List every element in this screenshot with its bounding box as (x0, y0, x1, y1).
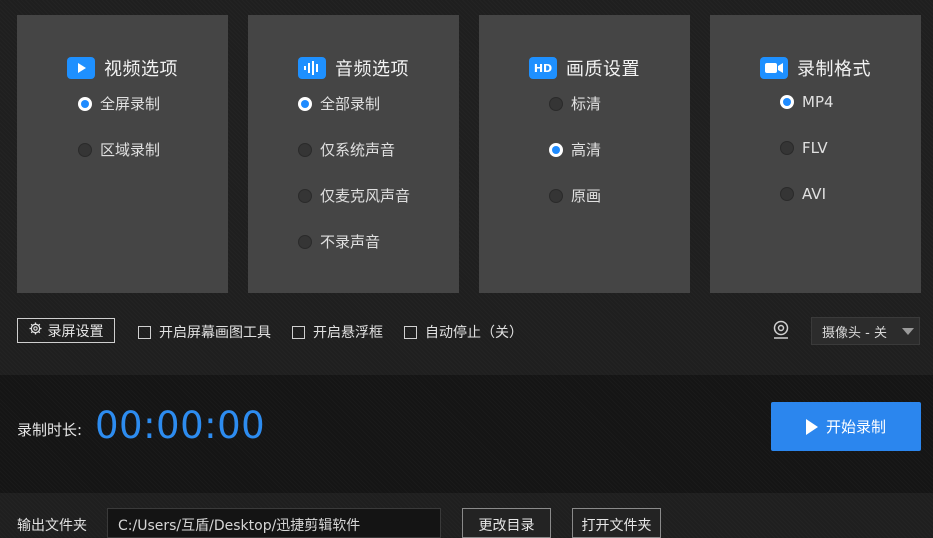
checkbox-label: 开启悬浮框 (313, 325, 383, 341)
radio[interactable] (780, 187, 794, 201)
option-all-audio[interactable]: 全部录制 (298, 93, 380, 114)
floating-window-checkbox[interactable]: 开启悬浮框 (292, 322, 383, 342)
duration-label: 录制时长: (17, 421, 83, 439)
checkbox-label: 开启屏幕画图工具 (159, 325, 271, 341)
camera-select-value: 摄像头 - 关 (822, 325, 887, 341)
camera-icon (760, 57, 788, 79)
panel-title: 视频选项 (104, 59, 178, 80)
auto-stop-checkbox[interactable]: 自动停止（关） (404, 322, 523, 342)
record-format-panel: 录制格式 MP4 FLV AVI (710, 15, 921, 293)
panel-title: 录制格式 (797, 59, 871, 80)
screen-draw-tool-checkbox[interactable]: 开启屏幕画图工具 (138, 322, 271, 342)
start-recording-button[interactable]: 开始录制 (771, 402, 921, 451)
webcam-icon (771, 320, 791, 340)
audio-options-panel: 音频选项 全部录制 仅系统声音 仅麦克风声音 不录声音 (248, 15, 459, 293)
option-label: FLV (802, 139, 828, 157)
panel-title: 画质设置 (566, 59, 640, 80)
change-directory-label: 更改目录 (478, 518, 535, 534)
option-label: 仅系统声音 (320, 141, 396, 159)
checkbox-label: 自动停止（关） (425, 325, 523, 341)
option-label: 高清 (571, 141, 602, 159)
radio-checked[interactable] (78, 96, 92, 111)
option-fullscreen[interactable]: 全屏录制 (78, 93, 160, 114)
video-play-icon (67, 57, 95, 79)
open-folder-button[interactable]: 打开文件夹 (572, 508, 661, 538)
option-avi[interactable]: AVI (780, 185, 826, 203)
option-hd[interactable]: 高清 (549, 139, 601, 160)
radio[interactable] (78, 142, 92, 157)
option-label: AVI (802, 185, 826, 203)
panel-title: 音频选项 (335, 59, 409, 80)
camera-select[interactable]: 摄像头 - 关 (811, 317, 920, 345)
option-system-audio[interactable]: 仅系统声音 (298, 139, 395, 160)
option-label: 全部录制 (320, 95, 381, 113)
quality-settings-panel: HD 画质设置 标清 高清 原画 (479, 15, 690, 293)
record-settings-label: 录屏设置 (47, 323, 104, 340)
output-folder-label: 输出文件夹 (17, 518, 87, 534)
radio[interactable] (298, 234, 312, 249)
option-mic-audio[interactable]: 仅麦克风声音 (298, 185, 410, 206)
chevron-down-icon (902, 328, 914, 335)
radio-checked[interactable] (298, 96, 312, 111)
option-mp4[interactable]: MP4 (780, 93, 834, 111)
radio-checked[interactable] (780, 95, 794, 109)
option-sd[interactable]: 标清 (549, 93, 601, 114)
change-directory-button[interactable]: 更改目录 (462, 508, 551, 538)
checkbox[interactable] (292, 325, 305, 339)
option-label: 仅麦克风声音 (320, 187, 411, 205)
checkbox[interactable] (138, 325, 151, 339)
output-path-value: C:/Users/互盾/Desktop/迅捷剪辑软件 (118, 518, 361, 534)
radio[interactable] (298, 142, 312, 157)
option-flv[interactable]: FLV (780, 139, 828, 157)
checkbox[interactable] (404, 325, 417, 339)
video-options-panel: 视频选项 全屏录制 区域录制 (17, 15, 228, 293)
record-settings-button[interactable]: 录屏设置 (17, 318, 115, 343)
option-label: 原画 (571, 187, 602, 205)
open-folder-label: 打开文件夹 (581, 518, 652, 534)
option-original[interactable]: 原画 (549, 185, 601, 206)
audio-wave-icon (298, 57, 326, 79)
option-region[interactable]: 区域录制 (78, 139, 160, 160)
radio[interactable] (780, 141, 794, 155)
recording-timer: 00:00:00 (95, 404, 266, 447)
option-label: 全屏录制 (100, 95, 161, 113)
radio[interactable] (298, 188, 312, 203)
hd-icon: HD (529, 57, 557, 79)
option-label: MP4 (802, 93, 834, 111)
start-recording-label: 开始录制 (825, 418, 886, 436)
output-path-field[interactable]: C:/Users/互盾/Desktop/迅捷剪辑软件 (107, 508, 441, 538)
gear-icon (28, 322, 42, 339)
radio[interactable] (549, 188, 563, 203)
option-label: 标清 (571, 95, 602, 113)
option-no-audio[interactable]: 不录声音 (298, 231, 380, 252)
radio-checked[interactable] (549, 142, 563, 157)
radio[interactable] (549, 96, 563, 111)
option-label: 区域录制 (100, 141, 161, 159)
play-icon (805, 418, 818, 435)
option-label: 不录声音 (320, 233, 381, 251)
